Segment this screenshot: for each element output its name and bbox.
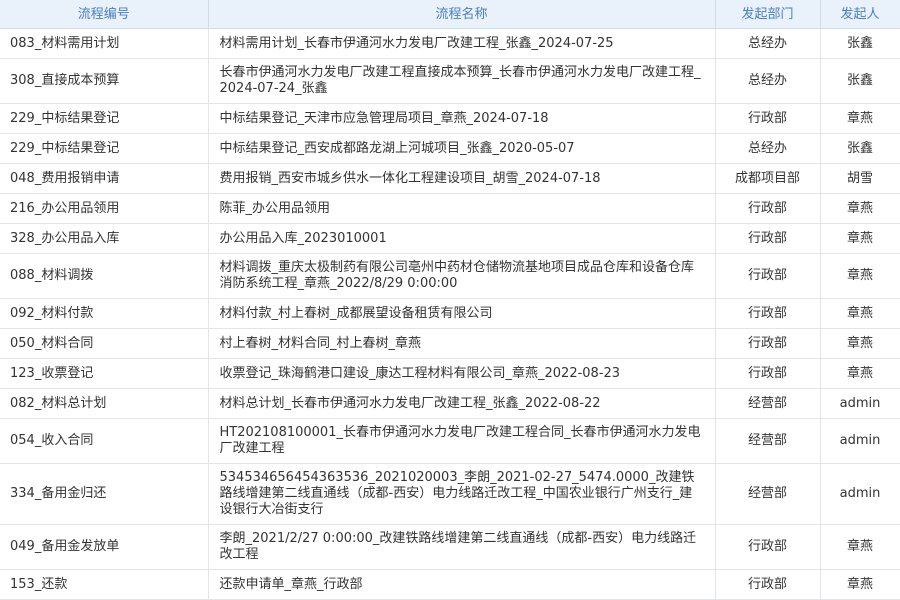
cell-process-name: 陈菲_办公用品领用 [208, 193, 716, 224]
cell-process-code: 328_办公用品入库 [0, 223, 209, 254]
table-row[interactable]: 049_备用金发放单 李朗_2021/2/27 0:00:00_改建铁路线增建第二… [0, 524, 900, 570]
table-row[interactable]: 328_办公用品入库 办公用品入库_2023010001 行政部 章燕 [0, 223, 900, 254]
table-row[interactable]: 229_中标结果登记 中标结果登记_西安成都路龙湖上河城项目_张鑫_2020-05… [0, 133, 900, 164]
cell-initiator: admin [820, 418, 900, 464]
cell-initiator: admin [820, 463, 900, 525]
cell-initiator: 张鑫 [820, 133, 900, 164]
cell-process-name: 费用报销_西安市城乡供水一体化工程建设项目_胡雪_2024-07-18 [208, 163, 716, 194]
cell-department: 行政部 [715, 223, 821, 254]
cell-initiator: 张鑫 [820, 58, 900, 104]
column-header-code[interactable]: 流程编号 [0, 0, 209, 29]
cell-process-code: 334_备用金归还 [0, 463, 209, 525]
cell-process-name: 材料付款_村上春树_成都展望设备租赁有限公司 [208, 298, 716, 329]
cell-initiator: 章燕 [820, 569, 900, 600]
cell-department: 行政部 [715, 298, 821, 329]
cell-process-code: 054_收入合同 [0, 418, 209, 464]
table-row[interactable]: 082_材料总计划 材料总计划_长春市伊通河水力发电厂改建工程_张鑫_2022-0… [0, 388, 900, 419]
table-body: 083_材料需用计划 材料需用计划_长春市伊通河水力发电厂改建工程_张鑫_2024… [0, 28, 900, 600]
table-row[interactable]: 048_费用报销申请 费用报销_西安市城乡供水一体化工程建设项目_胡雪_2024-… [0, 163, 900, 194]
cell-department: 经营部 [715, 418, 821, 464]
cell-process-code: 088_材料调拨 [0, 253, 209, 299]
cell-department: 行政部 [715, 193, 821, 224]
cell-process-code: 092_材料付款 [0, 298, 209, 329]
table-row[interactable]: 092_材料付款 材料付款_村上春树_成都展望设备租赁有限公司 行政部 章燕 [0, 298, 900, 329]
cell-initiator: 章燕 [820, 193, 900, 224]
cell-process-name: 长春市伊通河水力发电厂改建工程直接成本预算_长春市伊通河水力发电厂改建工程_20… [208, 58, 716, 104]
cell-process-name: 村上春树_材料合同_村上春树_章燕 [208, 328, 716, 359]
cell-process-name: 收票登记_珠海鹤港口建设_康达工程材料有限公司_章燕_2022-08-23 [208, 358, 716, 389]
cell-initiator: 章燕 [820, 524, 900, 570]
table-header: 流程编号 流程名称 发起部门 发起人 [0, 0, 900, 29]
cell-initiator: 章燕 [820, 223, 900, 254]
cell-process-code: 050_材料合同 [0, 328, 209, 359]
cell-initiator: 章燕 [820, 328, 900, 359]
cell-department: 成都项目部 [715, 163, 821, 194]
cell-initiator: 胡雪 [820, 163, 900, 194]
cell-process-code: 229_中标结果登记 [0, 133, 209, 164]
cell-initiator: 章燕 [820, 103, 900, 134]
cell-department: 经营部 [715, 388, 821, 419]
cell-initiator: 章燕 [820, 358, 900, 389]
cell-process-name: 中标结果登记_西安成都路龙湖上河城项目_张鑫_2020-05-07 [208, 133, 716, 164]
table-row[interactable]: 153_还款 还款申请单_章燕_行政部 行政部 章燕 [0, 569, 900, 600]
cell-process-code: 308_直接成本预算 [0, 58, 209, 104]
process-table: 流程编号 流程名称 发起部门 发起人 083_材料需用计划 材料需用计划_长春市伊… [0, 0, 900, 600]
cell-process-name: 李朗_2021/2/27 0:00:00_改建铁路线增建第二线直通线（成都-西安… [208, 524, 716, 570]
cell-process-name: 材料需用计划_长春市伊通河水力发电厂改建工程_张鑫_2024-07-25 [208, 28, 716, 59]
cell-department: 行政部 [715, 328, 821, 359]
table-row[interactable]: 054_收入合同 HT202108100001_长春市伊通河水力发电厂改建工程合同… [0, 418, 900, 464]
column-header-name[interactable]: 流程名称 [208, 0, 716, 29]
cell-initiator: 张鑫 [820, 28, 900, 59]
cell-process-name: 还款申请单_章燕_行政部 [208, 569, 716, 600]
cell-initiator: 章燕 [820, 253, 900, 299]
table-row[interactable]: 308_直接成本预算 长春市伊通河水力发电厂改建工程直接成本预算_长春市伊通河水力… [0, 58, 900, 104]
cell-process-name: 材料调拨_重庆太极制药有限公司亳州中药材仓储物流基地项目成品仓库和设备仓库消防系… [208, 253, 716, 299]
cell-initiator: admin [820, 388, 900, 419]
cell-process-code: 049_备用金发放单 [0, 524, 209, 570]
table-row[interactable]: 216_办公用品领用 陈菲_办公用品领用 行政部 章燕 [0, 193, 900, 224]
cell-department: 行政部 [715, 524, 821, 570]
column-header-dept[interactable]: 发起部门 [715, 0, 821, 29]
cell-department: 行政部 [715, 103, 821, 134]
table-row[interactable]: 050_材料合同 村上春树_材料合同_村上春树_章燕 行政部 章燕 [0, 328, 900, 359]
table-row[interactable]: 088_材料调拨 材料调拨_重庆太极制药有限公司亳州中药材仓储物流基地项目成品仓库… [0, 253, 900, 299]
cell-department: 总经办 [715, 133, 821, 164]
cell-process-code: 048_费用报销申请 [0, 163, 209, 194]
cell-process-code: 083_材料需用计划 [0, 28, 209, 59]
cell-department: 行政部 [715, 253, 821, 299]
cell-process-code: 216_办公用品领用 [0, 193, 209, 224]
column-header-initiator[interactable]: 发起人 [820, 0, 900, 29]
cell-process-code: 153_还款 [0, 569, 209, 600]
cell-department: 行政部 [715, 569, 821, 600]
header-row: 流程编号 流程名称 发起部门 发起人 [0, 0, 900, 29]
cell-process-name: HT202108100001_长春市伊通河水力发电厂改建工程合同_长春市伊通河水… [208, 418, 716, 464]
cell-department: 行政部 [715, 358, 821, 389]
table-row[interactable]: 334_备用金归还 534534656454363536_2021020003_李… [0, 463, 900, 525]
table-row[interactable]: 123_收票登记 收票登记_珠海鹤港口建设_康达工程材料有限公司_章燕_2022-… [0, 358, 900, 389]
cell-process-code: 229_中标结果登记 [0, 103, 209, 134]
cell-process-code: 123_收票登记 [0, 358, 209, 389]
cell-process-name: 办公用品入库_2023010001 [208, 223, 716, 254]
table-row[interactable]: 083_材料需用计划 材料需用计划_长春市伊通河水力发电厂改建工程_张鑫_2024… [0, 28, 900, 59]
cell-process-code: 082_材料总计划 [0, 388, 209, 419]
table-row[interactable]: 229_中标结果登记 中标结果登记_天津市应急管理局项目_章燕_2024-07-1… [0, 103, 900, 134]
cell-initiator: 章燕 [820, 298, 900, 329]
cell-department: 总经办 [715, 58, 821, 104]
cell-department: 总经办 [715, 28, 821, 59]
cell-process-name: 材料总计划_长春市伊通河水力发电厂改建工程_张鑫_2022-08-22 [208, 388, 716, 419]
cell-process-name: 中标结果登记_天津市应急管理局项目_章燕_2024-07-18 [208, 103, 716, 134]
cell-department: 经营部 [715, 463, 821, 525]
cell-process-name: 534534656454363536_2021020003_李朗_2021-02… [208, 463, 716, 525]
